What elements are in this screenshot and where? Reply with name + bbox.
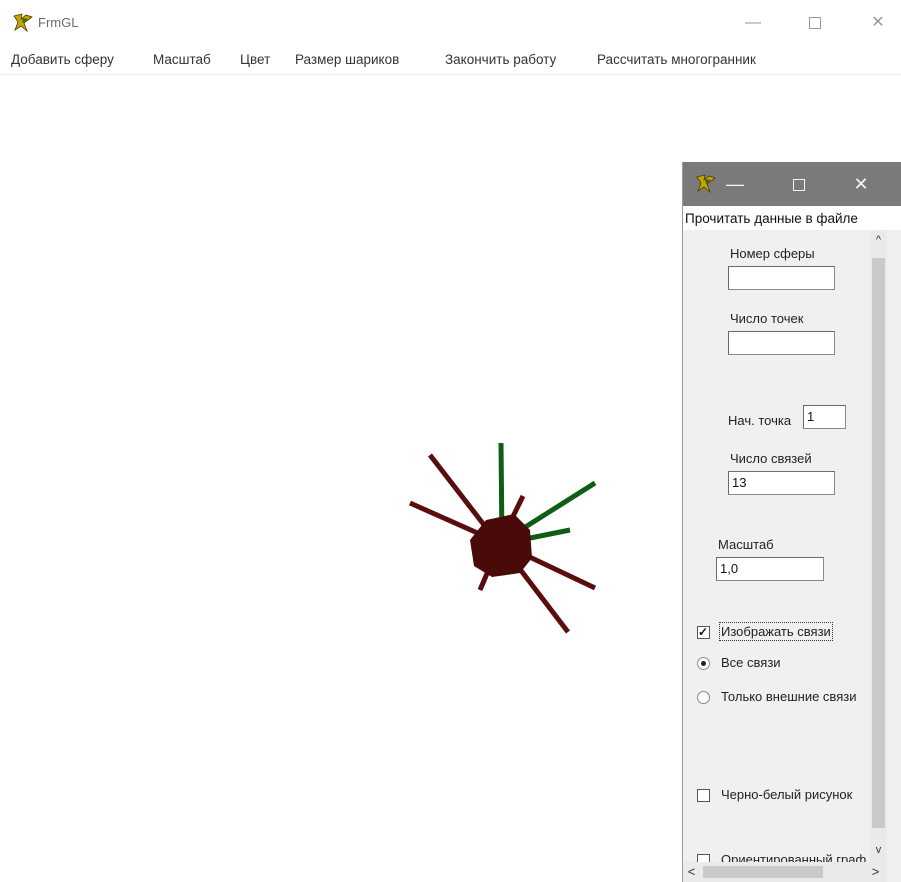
child-close-button[interactable]: ✕: [841, 169, 881, 199]
horizontal-scroll-thumb[interactable]: [703, 866, 823, 878]
all-links-radio[interactable]: [697, 657, 710, 670]
links-count-label: Число связей: [730, 451, 812, 466]
bw-picture-label[interactable]: Черно-белый рисунок: [721, 787, 852, 802]
menu-ball-size[interactable]: Размер шариков: [295, 52, 399, 67]
app-icon: [13, 13, 33, 33]
scroll-right-icon[interactable]: >: [867, 862, 884, 882]
menu-add-sphere[interactable]: Добавить сферу: [11, 52, 114, 67]
minimize-button[interactable]: —: [730, 8, 776, 38]
show-links-label[interactable]: Изображать связи: [719, 622, 833, 641]
minimize-icon: —: [745, 14, 761, 31]
sphere-number-input[interactable]: [728, 266, 835, 290]
external-links-radio[interactable]: [697, 691, 710, 704]
bw-picture-checkbox[interactable]: [697, 789, 710, 802]
menu-color[interactable]: Цвет: [240, 52, 270, 67]
radio-dot-icon: [701, 661, 706, 666]
menu-bar: Добавить сферу Масштаб Цвет Размер шарик…: [0, 48, 901, 75]
parameters-window: — ✕ Прочитать данные в файле Номер сферы…: [682, 162, 901, 882]
sphere-number-label: Номер сферы: [730, 246, 815, 261]
scale-input[interactable]: 1,0: [716, 557, 824, 581]
scroll-up-icon[interactable]: ^: [870, 232, 887, 249]
menu-scale[interactable]: Масштаб: [153, 52, 211, 67]
maximize-button[interactable]: [792, 8, 838, 38]
external-links-label[interactable]: Только внешние связи: [721, 689, 869, 704]
maximize-icon: [793, 179, 805, 192]
menu-calc-polyhedron[interactable]: Рассчитать многогранник: [597, 52, 756, 67]
title-bar: FrmGL — ✕: [0, 0, 901, 44]
child-maximize-button[interactable]: [779, 169, 819, 199]
vertical-scrollbar[interactable]: ^ v: [870, 230, 887, 862]
points-count-input[interactable]: [728, 331, 835, 355]
start-point-label: Нач. точка: [728, 413, 792, 428]
points-count-label: Число точек: [730, 311, 804, 326]
checkmark-icon: ✓: [698, 625, 709, 639]
close-icon: ✕: [853, 174, 869, 194]
start-point-input[interactable]: 1: [803, 405, 846, 429]
child-minimize-button[interactable]: —: [715, 169, 755, 199]
scroll-left-icon[interactable]: <: [683, 862, 700, 882]
maximize-icon: [809, 16, 821, 29]
minimize-icon: —: [726, 174, 744, 194]
close-button[interactable]: ✕: [855, 8, 901, 38]
menu-read-data-file[interactable]: Прочитать данные в файле: [685, 211, 858, 226]
child-app-icon: [696, 174, 716, 194]
window-title: FrmGL: [38, 15, 79, 30]
menu-finish[interactable]: Закончить работу: [445, 52, 556, 67]
links-count-input[interactable]: 13: [728, 471, 835, 495]
oriented-graph-label[interactable]: Ориентированный граф: [721, 852, 869, 862]
child-title-bar: — ✕: [683, 162, 901, 206]
vertical-scroll-thumb[interactable]: [872, 258, 885, 828]
child-menu-bar: Прочитать данные в файле: [683, 206, 901, 230]
scroll-down-icon[interactable]: v: [870, 842, 887, 859]
horizontal-scrollbar[interactable]: < >: [683, 862, 887, 882]
show-links-checkbox[interactable]: ✓: [697, 625, 710, 639]
scale-label: Масштаб: [718, 537, 774, 552]
close-icon: ✕: [871, 14, 885, 31]
all-links-label[interactable]: Все связи: [721, 655, 781, 670]
sphere: [470, 514, 532, 577]
